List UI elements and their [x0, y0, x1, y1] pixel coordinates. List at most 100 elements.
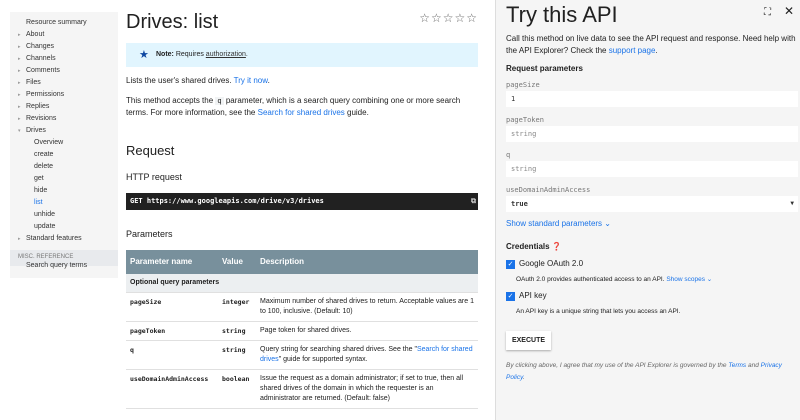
terms-c: .	[522, 374, 525, 381]
try-this-api-panel: Try this API ⛶ ✕ Call this method on liv…	[495, 0, 800, 420]
expand-arrow-icon: ▸	[18, 80, 21, 86]
col-value: Value	[218, 250, 256, 274]
request-parameters-heading: Request parameters	[506, 64, 583, 73]
panel-title: Try this API	[506, 2, 618, 27]
terms-link[interactable]: Terms	[728, 362, 746, 369]
sidebar-item[interactable]: ▾ Drives	[10, 125, 46, 137]
expand-arrow-icon: ▾	[18, 128, 21, 134]
sidebar-nav: Resource summary ▸ About ▸ Changes ▸ Channels ▸…	[10, 12, 118, 278]
page-title: Drives: list	[126, 11, 219, 33]
sidebar-item[interactable]: ▸ Replies	[10, 101, 49, 113]
sidebar-item[interactable]: ▸ Permissions	[10, 89, 64, 101]
sidebar-item[interactable]: Resource summary	[10, 17, 87, 29]
copy-icon[interactable]: ⧉	[471, 193, 476, 210]
sidebar-item[interactable]: ▸ Channels	[10, 53, 56, 65]
sidebar-item-search-query-terms[interactable]: Search query terms	[10, 260, 87, 272]
oauth-checkbox[interactable]: ✓	[506, 260, 515, 269]
param-type: integer	[218, 292, 256, 322]
param-name: useDomainAdminAccess	[126, 369, 218, 409]
terms-text: By clicking above, I agree that my use o…	[506, 360, 800, 384]
usedomainadminaccess-select[interactable]: true ▼	[506, 196, 798, 212]
sidebar-subitem[interactable]: list	[10, 197, 43, 209]
sidebar-item[interactable]: ▸ About	[10, 29, 44, 41]
api-key-label: API key	[519, 291, 547, 300]
group-label: Optional query parameters	[126, 274, 478, 293]
terms-b: and	[746, 362, 761, 369]
sidebar-item[interactable]: ▸ Revisions	[10, 113, 56, 125]
execute-button[interactable]: EXECUTE	[506, 331, 551, 350]
search-guide-link[interactable]: Search for shared drives	[258, 108, 345, 117]
sidebar-item[interactable]: ▸ Comments	[10, 65, 60, 77]
note-text: Requires	[173, 51, 206, 58]
parameters-table: Parameter name Value Description Optional …	[126, 250, 478, 409]
expand-arrow-icon: ▸	[18, 104, 21, 110]
credentials-heading: Credentials ❓	[506, 241, 562, 253]
param-desc: Query string for searching shared drives…	[256, 340, 478, 370]
help-icon[interactable]: ❓	[552, 242, 562, 251]
sidebar-item-label: Drives	[26, 127, 46, 134]
sidebar-item-label: Revisions	[26, 115, 57, 122]
sidebar-item-standard-features[interactable]: ▸ Standard features	[10, 233, 82, 245]
q-code: q	[215, 97, 224, 105]
pagetoken-label: pageToken	[506, 116, 544, 124]
expand-arrow-icon: ▸	[18, 68, 21, 74]
pagetoken-input[interactable]: string	[506, 126, 798, 142]
pagesize-input[interactable]: 1	[506, 91, 798, 107]
note-box: ★ Note: Requires authorization.	[126, 43, 478, 67]
sidebar-item-label: Standard features	[26, 235, 82, 242]
note-label: Note:	[156, 51, 174, 58]
sidebar-subitem[interactable]: delete	[10, 161, 53, 173]
sidebar-subitem-label: create	[34, 151, 54, 158]
q-input[interactable]: string	[506, 161, 798, 177]
sidebar-subitem[interactable]: unhide	[10, 209, 55, 221]
param-desc: Page token for shared drives.	[256, 321, 478, 341]
sidebar-subitem[interactable]: create	[10, 149, 53, 161]
param-type: boolean	[218, 369, 256, 409]
param-name: q	[126, 340, 218, 370]
api-key-desc: An API key is a unique string that lets …	[516, 308, 681, 315]
col-name: Parameter name	[126, 250, 218, 274]
terms-a: By clicking above, I agree that my use o…	[506, 362, 729, 369]
select-value: true	[511, 200, 528, 208]
sidebar-subitem[interactable]: get	[10, 173, 44, 185]
rating-stars[interactable]: ☆☆☆☆☆	[419, 12, 478, 24]
api-key-checkbox[interactable]: ✓	[506, 292, 515, 301]
sidebar-subitem-label: Overview	[34, 139, 64, 146]
fullscreen-icon[interactable]: ⛶	[764, 7, 771, 19]
sidebar-item[interactable]: ▸ Files	[10, 77, 41, 89]
col-description: Description	[256, 250, 478, 274]
panel-description: Call this method on live data to see the…	[506, 33, 796, 57]
close-icon[interactable]: ✕	[784, 5, 794, 17]
expand-arrow-icon: ▸	[18, 92, 21, 98]
usedomainadminaccess-label: useDomainAdminAccess	[506, 186, 591, 194]
show-standard-parameters-link[interactable]: Show standard parameters ⌄	[506, 218, 611, 230]
sidebar-subitem-label: delete	[34, 163, 54, 170]
sidebar-item[interactable]: ▸ Changes	[10, 41, 54, 53]
authorization-link[interactable]: authorization	[206, 51, 246, 58]
intro-text: Lists the user's shared drives. Try it n…	[126, 76, 270, 85]
expand-arrow-icon: ▸	[18, 236, 21, 242]
credentials-label: Credentials	[506, 242, 550, 251]
sidebar-item-label: Changes	[26, 43, 55, 50]
expand-arrow-icon: ▸	[18, 44, 21, 50]
sidebar-item-label: Permissions	[26, 91, 65, 98]
table-row: useDomainAdminAccess boolean Issue the req…	[126, 369, 478, 409]
oauth-desc: OAuth 2.0 provides authenticated access …	[516, 274, 712, 286]
desc-b: " guide for supported syntax.	[278, 356, 368, 363]
expand-arrow-icon: ▸	[18, 116, 21, 122]
support-page-link[interactable]: support page	[609, 46, 656, 55]
oauth-label: Google OAuth 2.0	[519, 259, 584, 268]
http-request-heading: HTTP request	[126, 172, 182, 182]
sidebar-subitem[interactable]: Overview	[10, 137, 63, 149]
sidebar-item-label: Replies	[26, 103, 50, 110]
sidebar-subitem[interactable]: hide	[10, 185, 47, 197]
panel-desc-end: .	[655, 46, 658, 55]
desc-c: guide.	[344, 108, 369, 117]
desc-a: Query string for searching shared drives…	[260, 346, 417, 353]
sidebar-subitem[interactable]: update	[10, 221, 55, 233]
show-scopes-link[interactable]: Show scopes ⌄	[666, 276, 712, 283]
table-row: q string Query string for searching shared…	[126, 340, 478, 370]
desc-a: This method accepts the	[126, 96, 216, 105]
try-it-now-link[interactable]: Try it now	[234, 76, 268, 85]
pagesize-label: pageSize	[506, 81, 540, 89]
